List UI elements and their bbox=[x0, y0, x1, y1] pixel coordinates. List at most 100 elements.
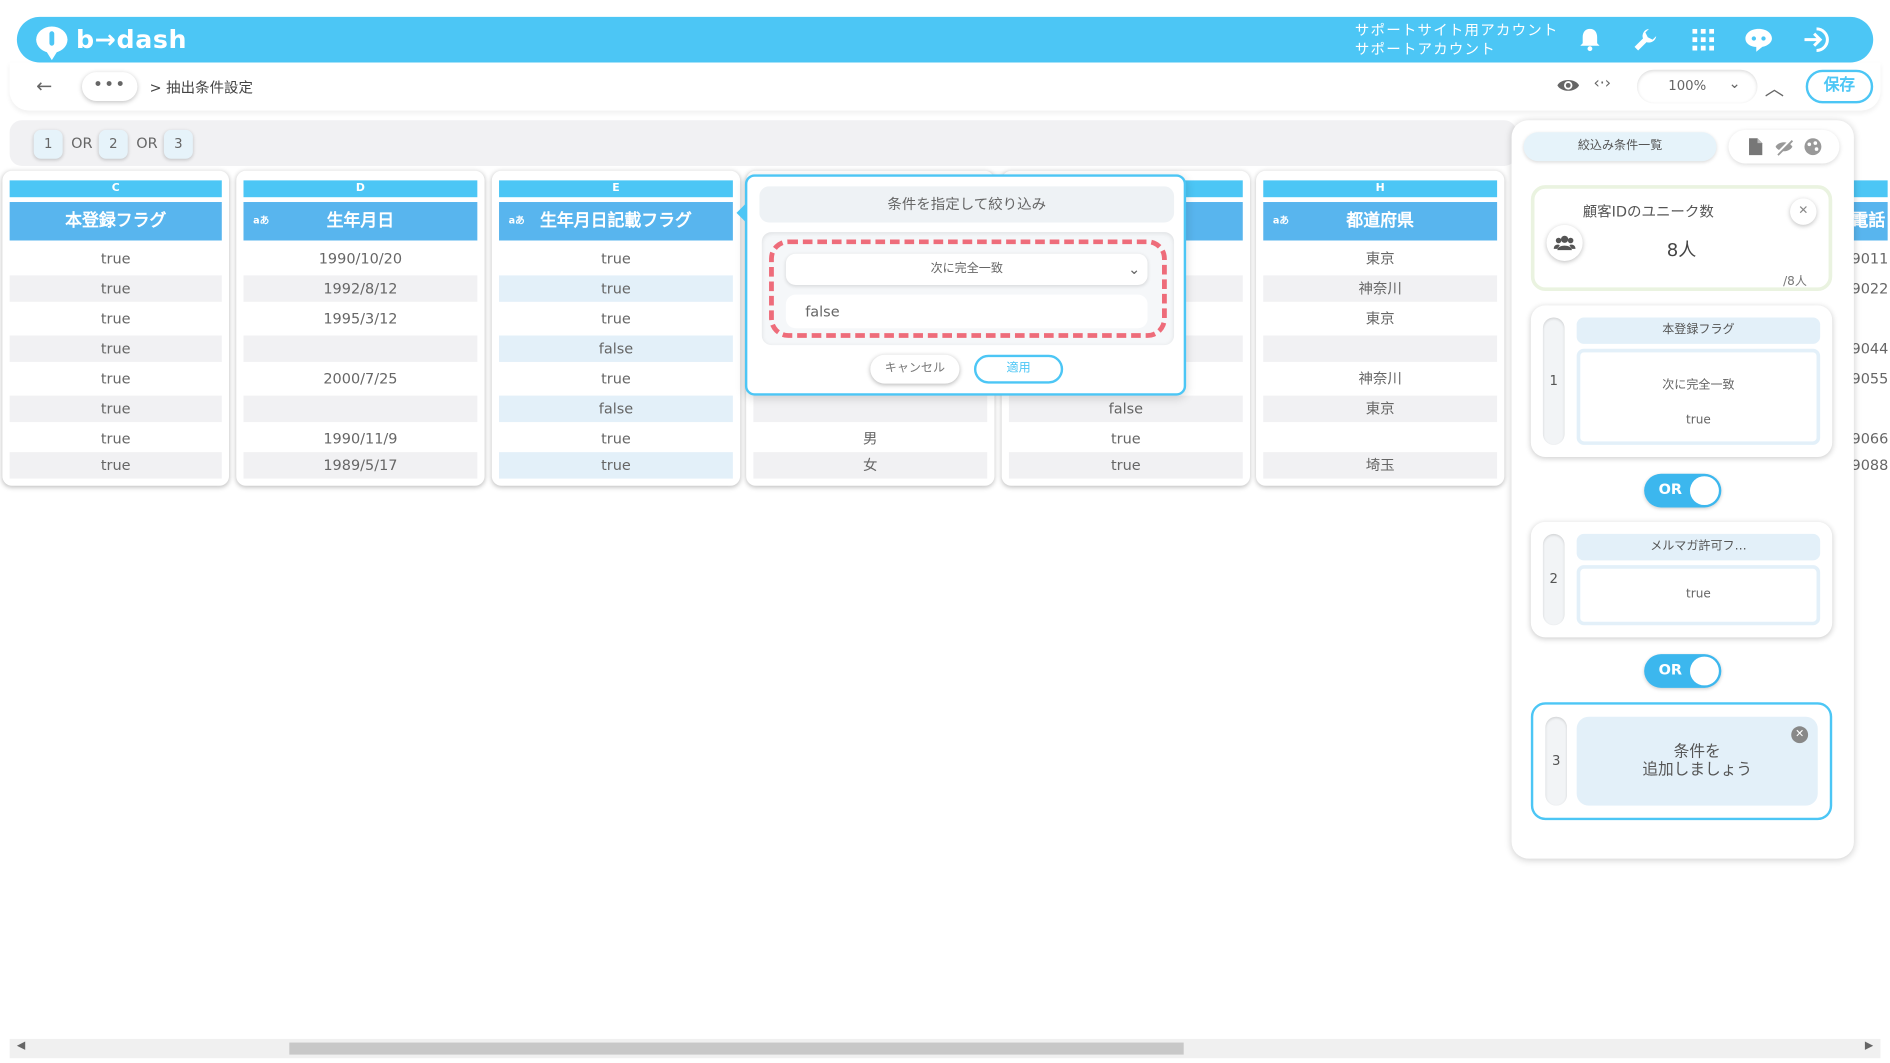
remove-stat-icon[interactable]: ✕ bbox=[1790, 198, 1817, 225]
column-header[interactable]: aあ 生年月日記載フラグ bbox=[499, 202, 733, 241]
zoom-select[interactable]: 100% ⌄ bbox=[1637, 70, 1758, 104]
column-header[interactable]: aあ 生年月日 bbox=[243, 202, 478, 241]
condition-value-input[interactable] bbox=[785, 294, 1148, 329]
column-letter[interactable]: D bbox=[243, 180, 478, 198]
table-cell[interactable]: true bbox=[9, 335, 222, 362]
cancel-button[interactable]: キャンセル bbox=[870, 354, 960, 384]
table-cell[interactable]: 9022 bbox=[1851, 275, 1888, 301]
more-breadcrumb-button[interactable]: ••• bbox=[81, 72, 138, 102]
table-cell[interactable]: 東京 bbox=[1263, 245, 1497, 271]
column-header[interactable]: 電話 bbox=[1851, 202, 1888, 241]
logo[interactable]: b→dash bbox=[36, 23, 187, 61]
support-chat-icon[interactable] bbox=[1743, 24, 1774, 55]
match-type-select[interactable]: 次に完全一致 ⌄ bbox=[785, 253, 1148, 285]
table-cell[interactable]: 神奈川 bbox=[1263, 275, 1498, 302]
save-button[interactable]: 保存 bbox=[1805, 69, 1874, 104]
horizontal-scrollbar[interactable]: ◀ ▶ bbox=[9, 1038, 1881, 1059]
apply-button[interactable]: 適用 bbox=[973, 354, 1064, 384]
table-cell[interactable]: 1989/5/17 bbox=[243, 452, 478, 479]
table-cell[interactable]: 女 bbox=[753, 452, 988, 479]
account-info[interactable]: サポートサイト用アカウント サポートアカウント bbox=[1355, 20, 1559, 58]
scroll-left-icon[interactable]: ◀ bbox=[17, 1040, 25, 1052]
table-cell[interactable]: 9066 bbox=[1851, 426, 1888, 452]
scrollbar-thumb[interactable] bbox=[289, 1042, 1184, 1055]
eye-icon[interactable] bbox=[1556, 76, 1580, 95]
wrench-icon[interactable] bbox=[1630, 24, 1661, 55]
condition-card-3[interactable]: 3 条件を 追加しましょう ✕ bbox=[1530, 702, 1833, 821]
table-cell[interactable] bbox=[753, 395, 988, 423]
condition-detail: 次に完全一致 true bbox=[1576, 348, 1821, 445]
table-cell[interactable]: true bbox=[1008, 452, 1243, 479]
logo-icon bbox=[36, 26, 68, 61]
or-toggle[interactable]: OR bbox=[1644, 473, 1722, 508]
condition-card-2[interactable]: 2 メルマガ許可フ… true bbox=[1530, 521, 1833, 638]
condition-card-1[interactable]: 1 本登録フラグ 次に完全一致 true bbox=[1530, 305, 1833, 457]
condition-value: true bbox=[1686, 413, 1711, 427]
table-cell[interactable]: true bbox=[9, 452, 222, 479]
table-cell[interactable]: true bbox=[9, 395, 222, 423]
table-cell[interactable]: 2000/7/25 bbox=[243, 366, 477, 392]
formula-chip-2[interactable]: 2 bbox=[98, 129, 128, 159]
table-cell[interactable]: true bbox=[499, 305, 733, 331]
column-header[interactable]: 本登録フラグ bbox=[9, 202, 222, 241]
table-cell[interactable]: 神奈川 bbox=[1263, 366, 1497, 392]
table-cell[interactable] bbox=[1263, 426, 1497, 452]
bell-icon[interactable] bbox=[1574, 24, 1605, 55]
table-cell[interactable]: true bbox=[499, 275, 733, 302]
table-cell[interactable]: 男 bbox=[753, 426, 987, 452]
table-cell[interactable]: 東京 bbox=[1263, 305, 1497, 331]
table-cell[interactable]: 1995/3/12 bbox=[243, 305, 477, 331]
table-cell[interactable]: 9055 bbox=[1851, 366, 1888, 392]
add-condition-drop-zone[interactable]: 条件を 追加しましょう ✕ bbox=[1576, 716, 1818, 806]
popup-pointer bbox=[736, 203, 747, 223]
table-cell[interactable]: true bbox=[10, 366, 222, 392]
app-window: b→dash サポートサイト用アカウント サポートアカウント ← ••• > 抽… bbox=[0, 0, 1890, 1063]
hide-eye-icon[interactable] bbox=[1774, 137, 1794, 156]
formula-chip-1[interactable]: 1 bbox=[33, 129, 63, 159]
table-cell[interactable]: true bbox=[499, 426, 733, 452]
table-cell[interactable]: 東京 bbox=[1263, 395, 1498, 423]
or-toggle[interactable]: OR bbox=[1644, 654, 1722, 688]
table-cell[interactable]: 1990/10/20 bbox=[243, 245, 477, 271]
table-cell[interactable]: 1992/8/12 bbox=[243, 275, 478, 302]
table-cell[interactable] bbox=[1263, 335, 1498, 362]
chevron-up-icon[interactable]: ︿ bbox=[1765, 72, 1784, 101]
logout-icon[interactable] bbox=[1801, 24, 1832, 55]
table-cell[interactable]: true bbox=[1009, 426, 1243, 452]
table-cell[interactable]: false bbox=[499, 395, 733, 423]
scroll-right-icon[interactable]: ▶ bbox=[1865, 1040, 1873, 1052]
column-letter[interactable]: E bbox=[499, 180, 733, 198]
back-arrow-icon[interactable]: ← bbox=[36, 75, 52, 98]
toggle-label: OR bbox=[1658, 481, 1683, 498]
grid-icon[interactable] bbox=[1688, 24, 1719, 55]
table-cell[interactable]: 9088 bbox=[1851, 452, 1888, 478]
table-cell[interactable] bbox=[1851, 305, 1887, 331]
column-card: Haあ 都道府県 東京 神奈川 東京 神奈川 東京 埼玉 bbox=[1256, 170, 1505, 486]
table-cell[interactable] bbox=[243, 335, 478, 362]
condition-number: 1 bbox=[1542, 317, 1565, 445]
table-cell[interactable]: true bbox=[499, 452, 733, 479]
formula-chip-3[interactable]: 3 bbox=[163, 129, 193, 159]
table-cell[interactable]: true bbox=[499, 366, 733, 392]
code-view-icon[interactable]: ‹·› bbox=[1594, 75, 1612, 93]
table-cell[interactable]: 9044 bbox=[1851, 335, 1888, 361]
close-icon[interactable]: ✕ bbox=[1791, 726, 1809, 744]
column-header[interactable]: aあ 都道府県 bbox=[1263, 202, 1498, 241]
table-cell[interactable]: true bbox=[10, 305, 222, 331]
table-cell[interactable]: 埼玉 bbox=[1263, 452, 1498, 479]
table-cell[interactable]: true bbox=[499, 245, 733, 271]
table-cell[interactable] bbox=[243, 395, 478, 423]
panel-title[interactable]: 絞込み条件一覧 bbox=[1523, 132, 1717, 162]
table-cell[interactable]: true bbox=[10, 426, 222, 452]
table-cell[interactable]: false bbox=[1008, 395, 1243, 423]
table-cell[interactable]: true bbox=[9, 275, 222, 302]
table-cell[interactable]: false bbox=[499, 335, 733, 362]
table-cell[interactable]: true bbox=[10, 245, 222, 271]
table-cell[interactable]: 9011 bbox=[1851, 245, 1888, 271]
document-icon[interactable] bbox=[1745, 137, 1764, 156]
table-cell[interactable] bbox=[1851, 396, 1887, 422]
palette-icon[interactable] bbox=[1803, 137, 1822, 156]
column-letter[interactable]: H bbox=[1263, 180, 1498, 198]
column-letter[interactable]: C bbox=[9, 180, 222, 198]
table-cell[interactable]: 1990/11/9 bbox=[243, 426, 477, 452]
